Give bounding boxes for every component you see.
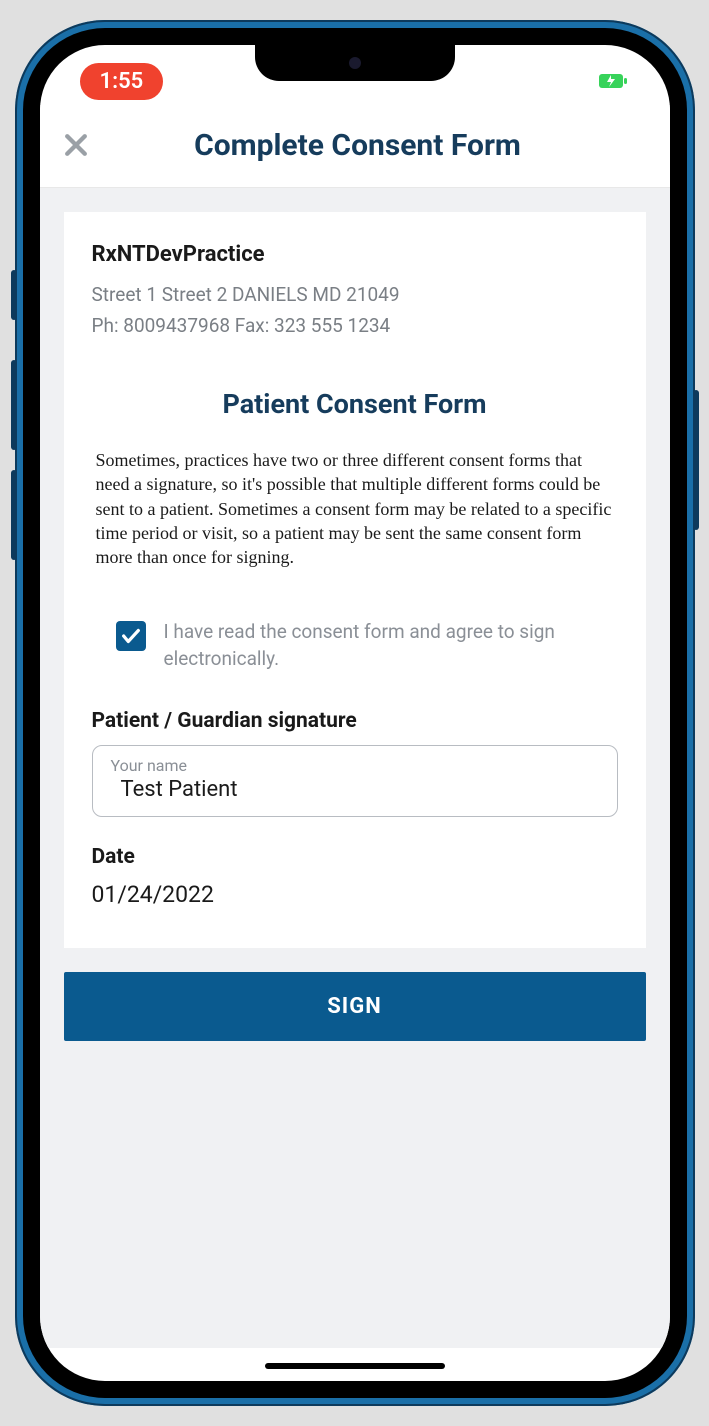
page-header: Complete Consent Form [40,105,670,188]
phone-device-frame: 1:55 Complete Consent Form [15,20,695,1406]
phone-power-button [693,390,699,530]
date-label: Date [92,845,618,869]
signature-value: Test Patient [111,777,599,802]
close-icon[interactable] [58,127,94,163]
form-title: Patient Consent Form [92,388,618,420]
practice-name: RxNTDevPractice [92,242,618,267]
phone-volume-up [11,360,17,450]
battery-charging-icon [596,72,630,90]
content-area: RxNTDevPractice Street 1 Street 2 DANIEL… [40,188,670,1348]
consent-checkbox-row: I have read the consent form and agree t… [92,619,618,672]
phone-mute-switch [11,270,17,320]
practice-address: Street 1 Street 2 DANIELS MD 21049 [92,281,618,310]
home-indicator[interactable] [265,1363,445,1369]
page-title: Complete Consent Form [94,128,652,163]
signature-input[interactable]: Your name Test Patient [92,745,618,817]
checkmark-icon [120,625,142,647]
consent-text: I have read the consent form and agree t… [164,619,598,672]
signature-placeholder: Your name [111,756,599,775]
device-notch [255,45,455,81]
practice-contact: Ph: 8009437968 Fax: 323 555 1234 [92,312,618,341]
screen: 1:55 Complete Consent Form [40,45,670,1381]
status-time-recording[interactable]: 1:55 [80,63,164,100]
sign-button[interactable]: SIGN [64,972,646,1041]
phone-volume-down [11,470,17,560]
form-body-text: Sometimes, practices have two or three d… [92,448,618,569]
consent-checkbox[interactable] [116,621,146,651]
date-value: 01/24/2022 [92,881,618,908]
consent-card: RxNTDevPractice Street 1 Street 2 DANIEL… [64,212,646,948]
signature-label: Patient / Guardian signature [92,709,618,733]
